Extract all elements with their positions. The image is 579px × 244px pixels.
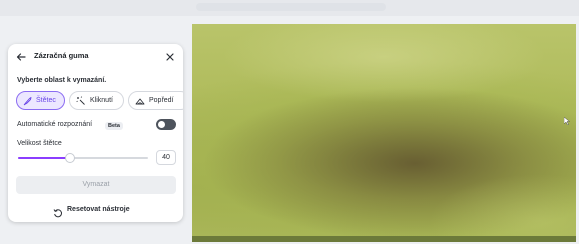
slider-thumb[interactable] xyxy=(65,153,75,163)
reset-icon xyxy=(53,205,63,218)
foreground-icon xyxy=(135,96,145,106)
panel-title: Zázračná guma xyxy=(34,51,89,60)
photo-haze xyxy=(192,24,576,242)
toolbar-placeholder xyxy=(196,3,386,11)
magic-click-icon xyxy=(76,96,86,106)
auto-detect-toggle[interactable] xyxy=(156,119,176,130)
auto-detect-label: Automatické rozpoznání xyxy=(17,121,93,128)
erase-button[interactable]: Vymazat xyxy=(16,176,176,194)
tab-brush-label: Štětec xyxy=(36,97,56,104)
back-arrow-icon[interactable] xyxy=(15,50,27,62)
tab-brush[interactable]: Štětec xyxy=(16,91,65,110)
magic-eraser-panel: Zázračná guma Vyberte oblast k vymazání.… xyxy=(8,44,183,222)
instruction-text: Vyberte oblast k vymazání. xyxy=(17,77,107,84)
brush-size-value[interactable]: 40 xyxy=(156,150,176,165)
brush-size-slider[interactable] xyxy=(18,152,148,164)
tab-foreground[interactable]: Popředí xyxy=(128,91,183,110)
brush-icon xyxy=(23,96,33,106)
photo-bottom-edge xyxy=(192,236,576,242)
beta-badge: Beta xyxy=(105,122,123,130)
brush-size-label: Velikost štětce xyxy=(17,140,62,147)
top-toolbar-strip xyxy=(0,0,579,16)
tab-click[interactable]: Kliknutí xyxy=(69,91,124,110)
photo-canvas[interactable] xyxy=(192,24,576,242)
tab-foreground-label: Popředí xyxy=(149,97,174,104)
close-icon[interactable] xyxy=(164,50,176,62)
reset-tools-label: Resetovat nástroje xyxy=(67,206,130,213)
tab-click-label: Kliknutí xyxy=(90,97,113,104)
panel-header: Zázračná guma xyxy=(8,44,183,70)
slider-fill xyxy=(18,157,70,159)
mode-tabs: Štětec Kliknutí Popředí xyxy=(16,91,183,111)
mouse-cursor-icon xyxy=(563,116,571,126)
toggle-knob xyxy=(158,121,165,128)
